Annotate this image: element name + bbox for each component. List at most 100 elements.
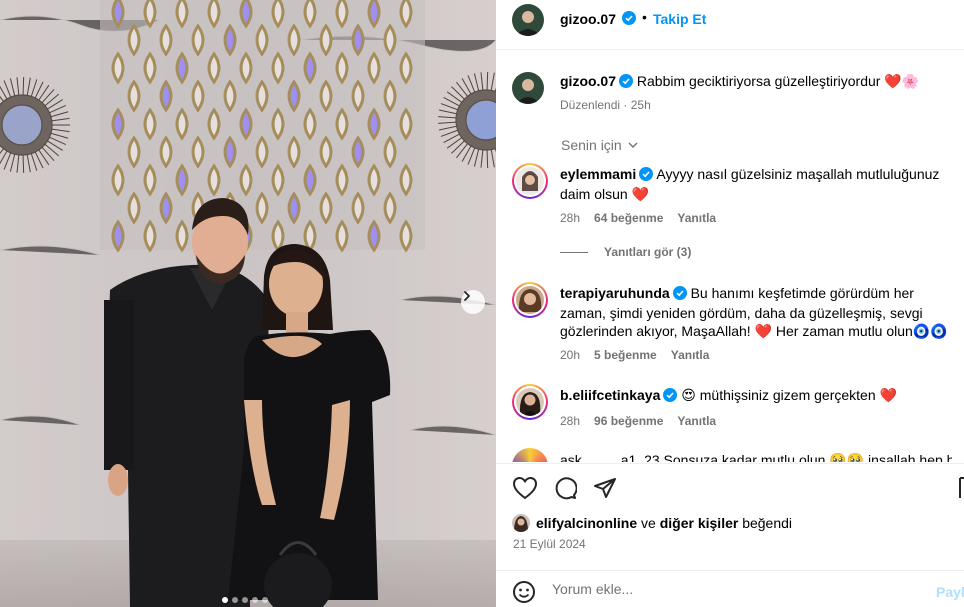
wall-leaf xyxy=(271,51,285,85)
verified-badge-icon xyxy=(619,74,634,92)
wall-leaf xyxy=(175,0,189,29)
view-replies-label: Yanıtları gör (3) xyxy=(604,245,692,259)
comment-time[interactable]: 20h xyxy=(560,348,580,362)
wall-leaf xyxy=(111,107,125,141)
wall-leaf xyxy=(143,219,157,253)
comment-time[interactable]: 28h xyxy=(560,211,580,225)
carousel-dot xyxy=(222,597,228,603)
comment-likes[interactable]: 5 beğenme xyxy=(594,348,657,362)
wall-leaf xyxy=(223,23,237,57)
wall-leaf xyxy=(271,0,285,29)
follow-button[interactable]: Takip Et xyxy=(653,11,706,27)
avatar-image xyxy=(512,4,544,36)
comment-avatar-ring[interactable] xyxy=(512,282,548,318)
wall-leaf xyxy=(287,191,301,225)
wall-leaf xyxy=(255,79,269,113)
comment-actions: 28h 64 beğenme Yanıtla xyxy=(560,211,716,225)
next-image-button[interactable] xyxy=(461,290,485,314)
bookmark-icon[interactable] xyxy=(958,476,964,505)
wall-leaf xyxy=(399,219,413,253)
wall-leaf xyxy=(383,135,397,169)
reply-button[interactable]: Yanıtla xyxy=(671,348,710,362)
author-username[interactable]: gizoo.07 xyxy=(560,11,616,27)
wall-leaf xyxy=(319,135,333,169)
liked-by-suffix: beğendi xyxy=(742,515,793,531)
comment-actions: 20h 5 beğenme Yanıtla xyxy=(560,348,709,362)
comment-icon[interactable] xyxy=(553,476,578,505)
reply-button[interactable]: Yanıtla xyxy=(677,414,716,428)
carousel-dot xyxy=(252,597,258,603)
comment-username[interactable]: terapiyaruhunda xyxy=(560,285,670,301)
wall-leaf xyxy=(335,219,349,253)
wall-leaf xyxy=(287,79,301,113)
wall-leaf xyxy=(143,163,157,197)
comment-likes[interactable]: 64 beğenme xyxy=(594,211,663,225)
liker-username[interactable]: elifyalcinonline xyxy=(536,515,637,531)
wall-leaf xyxy=(399,0,413,29)
verified-badge-icon xyxy=(672,286,687,304)
wall-leaf xyxy=(303,219,317,253)
wall-leaf xyxy=(271,107,285,141)
wall-leaf xyxy=(239,163,253,197)
commenter-avatar xyxy=(516,388,544,416)
comment-username[interactable]: b.eliifcetinkaya xyxy=(560,387,660,403)
mirror-ray xyxy=(486,72,489,91)
author-avatar[interactable] xyxy=(512,4,544,36)
wall-leaf xyxy=(159,135,173,169)
heart-icon[interactable] xyxy=(512,476,538,505)
liker-avatar[interactable] xyxy=(512,514,530,532)
wall-leaf xyxy=(175,51,189,85)
comment-input[interactable] xyxy=(552,581,922,597)
comment-avatar-ring[interactable] xyxy=(512,163,548,199)
comment-likes[interactable]: 96 beğenme xyxy=(594,414,663,428)
caption-username[interactable]: gizoo.07 xyxy=(560,73,616,89)
separator-dot: · xyxy=(623,98,628,112)
post-comment-button[interactable]: Paylaş xyxy=(936,584,964,600)
liked-by-others[interactable]: diğer kişiler xyxy=(660,515,739,531)
comment-sort-dropdown[interactable]: Senin için xyxy=(561,137,639,153)
comment-time[interactable]: 28h xyxy=(560,414,580,428)
wall-leaf xyxy=(383,79,397,113)
wall-leaf xyxy=(367,51,381,85)
post-action-bar xyxy=(496,463,964,509)
comment-username[interactable]: eylemmami xyxy=(560,166,636,182)
header-separator: • xyxy=(642,9,647,25)
chevron-down-icon xyxy=(628,142,638,148)
wall-leaf xyxy=(111,163,125,197)
caption-avatar[interactable] xyxy=(512,72,544,104)
wall-leaf xyxy=(367,107,381,141)
wall-leaf xyxy=(159,23,173,57)
comment-avatar-ring[interactable] xyxy=(512,448,548,462)
wall-leaf xyxy=(351,79,365,113)
carousel-dot xyxy=(232,597,238,603)
wall-leaf xyxy=(175,107,189,141)
wall-leaf xyxy=(335,107,349,141)
reply-button[interactable]: Yanıtla xyxy=(677,211,716,225)
commenter-avatar xyxy=(516,167,544,195)
wall-leaf xyxy=(383,191,397,225)
comment-avatar-ring[interactable] xyxy=(512,384,548,420)
wall-leaf xyxy=(143,0,157,29)
post-date[interactable]: 21 Eylül 2024 xyxy=(513,537,586,551)
mirror-ray xyxy=(22,77,25,96)
photo-scene xyxy=(0,0,496,607)
wall-leaf xyxy=(255,191,269,225)
share-icon[interactable] xyxy=(593,476,617,505)
wall-leaf xyxy=(319,79,333,113)
wall-leaf xyxy=(351,23,365,57)
mirror-ray xyxy=(22,154,25,173)
caption-time[interactable]: 25h xyxy=(631,98,651,112)
wall-leaf xyxy=(303,0,317,29)
wall-leaf xyxy=(191,135,205,169)
wall-leaf xyxy=(351,191,365,225)
caption-body: Rabbim geciktiriyorsa güzelleştiriyordur… xyxy=(636,73,920,89)
wall-leaf xyxy=(303,107,317,141)
wall-leaf xyxy=(335,0,349,29)
wall-leaf xyxy=(239,107,253,141)
wall-leaf xyxy=(239,51,253,85)
emoji-icon[interactable] xyxy=(512,580,536,607)
post-photo xyxy=(0,0,496,607)
wall-leaf xyxy=(159,79,173,113)
wall-leaf xyxy=(255,135,269,169)
view-replies-button[interactable]: Yanıtları gör (3) xyxy=(560,245,691,259)
